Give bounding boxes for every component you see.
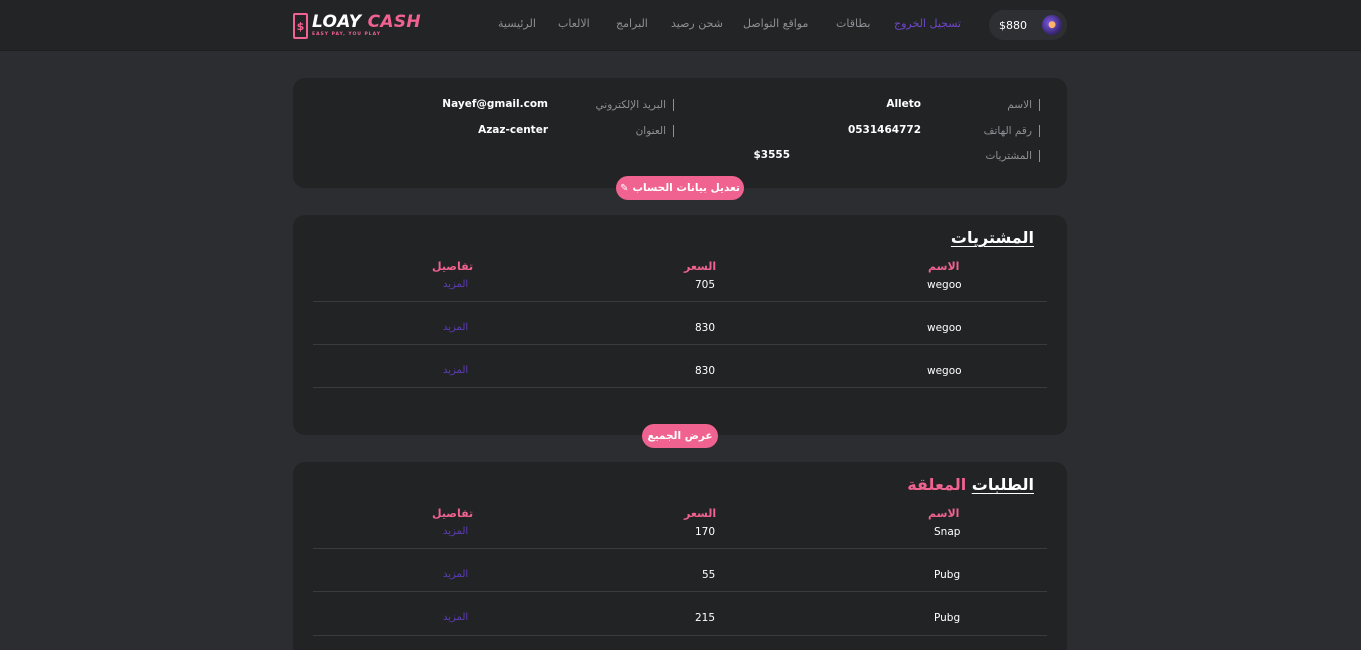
row-divider [313,344,1047,345]
address-value: Azaz-center [478,124,548,136]
details-link[interactable]: المزيد [443,279,468,290]
col-details: تفاصيل [432,507,474,520]
nav-cards[interactable]: بطاقات [836,17,870,33]
details-link[interactable]: المزيد [443,322,468,333]
pending-orders-card: الطلبات المعلقة الاسم السعر تفاصيل Snap … [293,462,1067,650]
gamer-avatar-icon[interactable]: ● [1042,15,1062,35]
logo-tagline: EASY PAY, YOU PLAY [312,32,381,38]
details-link[interactable]: المزيد [443,612,468,623]
pending-title-accent: المعلقة [907,475,967,494]
col-price: السعر [684,260,717,273]
table-row-price: 170 [695,526,716,538]
phone-label: رقم الهاتف [984,125,1040,137]
details-link[interactable]: المزيد [443,569,468,580]
nav-games[interactable]: الالعاب [558,17,590,33]
logo-title-pink: CASH [367,12,421,33]
nav-logout[interactable]: تسجيل الخروج [894,17,961,33]
details-link[interactable]: المزيد [443,365,468,376]
name-value: Alleto [886,98,921,110]
col-price: السعر [684,507,717,520]
col-name: الاسم [928,507,960,520]
row-divider [313,635,1047,636]
table-row-name: wegoo [927,365,962,377]
table-row-price: 55 [702,569,716,581]
nav-social-media[interactable]: مواقع التواصل [743,17,808,33]
row-divider [313,301,1047,302]
edit-account-label: تعديل بيانات الحساب [632,182,740,194]
logo[interactable]: $ LOAY CASH EASY PAY, YOU PLAY [293,12,421,40]
pending-title-main: الطلبات [971,475,1034,494]
nav-balance-topup[interactable]: شحن رصيد [671,17,723,33]
name-label: الاسم [1007,99,1040,111]
col-name: الاسم [928,260,960,273]
view-all-button[interactable]: عرض الجميع [642,424,718,448]
table-row-name: Pubg [934,612,961,624]
logo-title-white: LOAY [312,12,362,33]
pending-title: الطلبات المعلقة [907,475,1034,494]
table-row-price: 830 [695,365,716,377]
row-divider [313,387,1047,388]
balance-badge[interactable]: $880 ● [989,10,1067,40]
table-row-name: wegoo [927,322,962,334]
col-details: تفاصيل [432,260,474,273]
phone-value: 0531464772 [847,124,921,136]
row-divider [313,548,1047,549]
nav-programs[interactable]: البرامج [616,17,648,33]
purchases-total-value: $3555 [753,149,790,161]
table-row-price: 215 [695,612,716,624]
table-row-price: 705 [695,279,716,291]
row-divider [313,591,1047,592]
table-row-name: wegoo [927,279,962,291]
purchases-card: المشتريات الاسم السعر تفاصيل wegoo 705 ا… [293,215,1067,435]
purchases-title-text: المشتريات [950,228,1034,247]
balance-amount: $880 [999,18,1027,32]
address-label: العنوان [636,125,674,137]
email-label: البريد الإلكتروني [596,99,674,111]
table-row-name: Pubg [934,569,961,581]
table-row-price: 830 [695,322,716,334]
details-link[interactable]: المزيد [443,526,468,537]
edit-icon: ✎ [620,182,629,194]
wallet-logo-icon: $ [293,13,308,39]
top-navbar: $ LOAY CASH EASY PAY, YOU PLAY الرئيسية … [0,0,1361,51]
table-row-name: Snap [934,526,961,538]
purchases-title: المشتريات [951,228,1034,247]
nav-home[interactable]: الرئيسية [498,17,536,33]
purchases-total-label: المشتريات [985,150,1040,162]
edit-account-button[interactable]: تعديل بيانات الحساب ✎ [616,176,744,200]
account-info-card: الاسم Alleto رقم الهاتف 0531464772 المشت… [293,78,1067,188]
email-value: Nayef@gmail.com [442,98,548,110]
